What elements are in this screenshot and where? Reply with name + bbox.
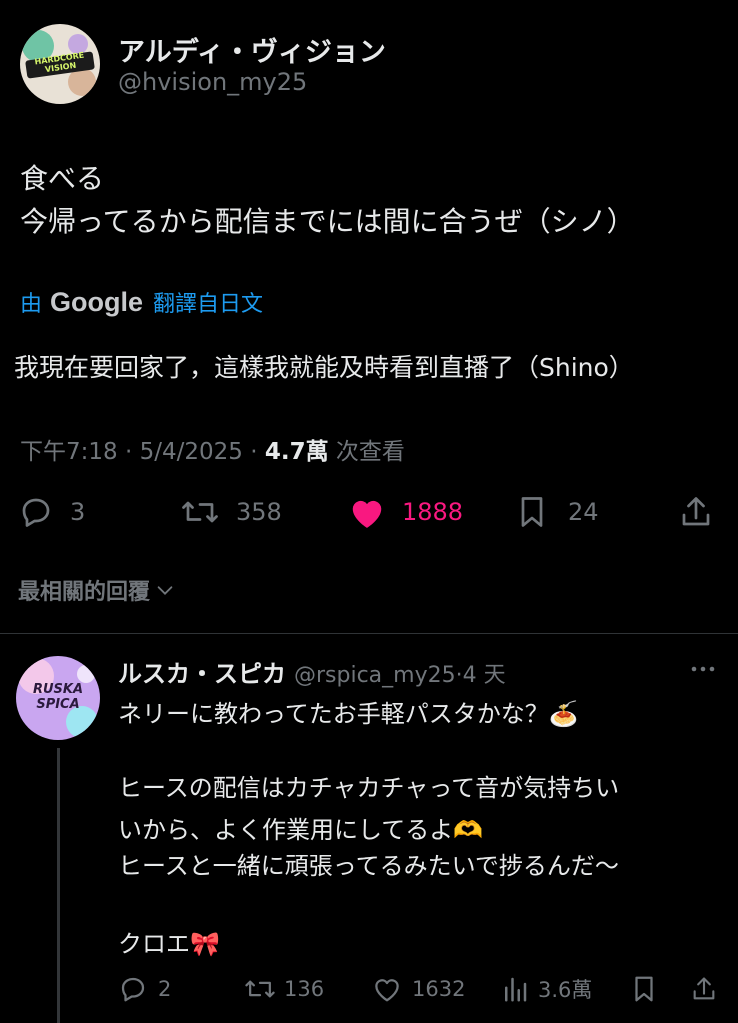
reply-retweet-count: 136: [284, 977, 325, 1001]
reply-count: 3: [70, 498, 86, 526]
bookmark-button[interactable]: 24: [518, 494, 599, 530]
reply-views-button[interactable]: 3.6萬: [502, 974, 592, 1004]
translation-label[interactable]: 由 Google 翻譯自日文: [20, 286, 263, 318]
reply-icon: [18, 494, 54, 530]
retweet-icon: [180, 494, 220, 530]
reply-text-line5: クロエ🎀: [118, 930, 220, 958]
heart-icon: [372, 974, 402, 1004]
reply-reply-count: 2: [158, 977, 172, 1001]
heart-filled-icon: [348, 494, 386, 530]
retweet-count: 358: [236, 498, 282, 526]
translated-text: 我現在要回家了，這樣我就能及時看到直播了（Shino）: [14, 353, 634, 382]
reply-reply-button[interactable]: 2: [118, 974, 171, 1004]
views-count: 4.7萬: [264, 439, 329, 465]
translation-suffix: 翻譯自日文: [153, 292, 264, 317]
retweet-icon: [244, 974, 276, 1004]
reply-avatar-text: RUSKA SPICA: [32, 682, 84, 712]
reply-author-name[interactable]: ルスカ・スピカ: [118, 654, 286, 689]
bookmark-icon: [518, 494, 546, 530]
reply-retweet-button[interactable]: 136: [244, 974, 324, 1004]
google-logo: Google: [50, 287, 144, 317]
meta-separator: ·: [250, 439, 265, 465]
reply-meta-separator: ·: [455, 663, 463, 688]
reply-views-count: 3.6萬: [538, 978, 593, 1002]
more-options-button[interactable]: [688, 660, 718, 678]
like-button[interactable]: 1888: [348, 494, 463, 530]
author-handle[interactable]: @hvision_my25: [118, 68, 307, 96]
author-avatar[interactable]: HARDCORE VISION: [20, 24, 100, 104]
reply-text-line1: ネリーに教わってたお手軽パスタかな？🍝: [118, 700, 579, 728]
tweet-meta: 下午7:18 · 5/4/2025 · 4.7萬 次查看: [20, 432, 405, 466]
share-icon: [690, 974, 718, 1004]
reply-share-button[interactable]: [690, 974, 718, 1004]
reply-author-avatar[interactable]: RUSKA SPICA: [16, 656, 100, 740]
retweet-button[interactable]: 358: [180, 494, 282, 530]
share-icon: [678, 494, 714, 530]
views-label: 次查看: [335, 439, 405, 465]
meta-separator: ·: [124, 439, 140, 465]
reply-author-handle[interactable]: @rspica_my25: [294, 663, 456, 688]
sort-label: 最相關的回覆: [18, 580, 151, 605]
tweet-date[interactable]: 5/4/2025: [140, 439, 243, 465]
tweet-time[interactable]: 下午7:18: [20, 439, 118, 465]
bookmark-icon: [632, 974, 656, 1004]
chevron-down-icon: [154, 579, 176, 601]
views-bar-icon: [502, 974, 528, 1004]
bookmark-count: 24: [568, 498, 599, 526]
more-dots-icon: [688, 660, 718, 678]
like-count: 1888: [402, 498, 464, 526]
reply-time[interactable]: 4 天: [463, 657, 506, 689]
reply-text-line4: ヒースと一緒に頑張ってるみたいで捗るんだ〜: [118, 852, 619, 880]
tweet-text-line2: 今帰ってるから配信までには間に合うぜ（シノ）: [20, 205, 635, 238]
sort-dropdown[interactable]: 最相關的回覆: [18, 574, 176, 606]
reply-bookmark-button[interactable]: [632, 974, 656, 1004]
reply-text-line2: ヒースの配信はカチャカチャって音が気持ちい: [118, 774, 620, 802]
reply-header: ルスカ・スピカ @rspica_my25 · 4 天: [118, 654, 506, 689]
share-button[interactable]: [678, 494, 714, 530]
reply-like-count: 1632: [412, 977, 466, 1001]
reply-text-line3: いから、よく作業用にしてるよ🫶: [118, 816, 484, 844]
reply-icon: [118, 974, 148, 1004]
section-divider: [0, 633, 738, 634]
reply-button[interactable]: 3: [18, 494, 85, 530]
reply-like-button[interactable]: 1632: [372, 974, 465, 1004]
translation-prefix: 由: [20, 292, 43, 317]
tweet-text-line1: 食べる: [20, 162, 105, 195]
reply-thread-line: [57, 748, 60, 1023]
author-name[interactable]: アルディ・ヴィジョン: [118, 30, 386, 69]
